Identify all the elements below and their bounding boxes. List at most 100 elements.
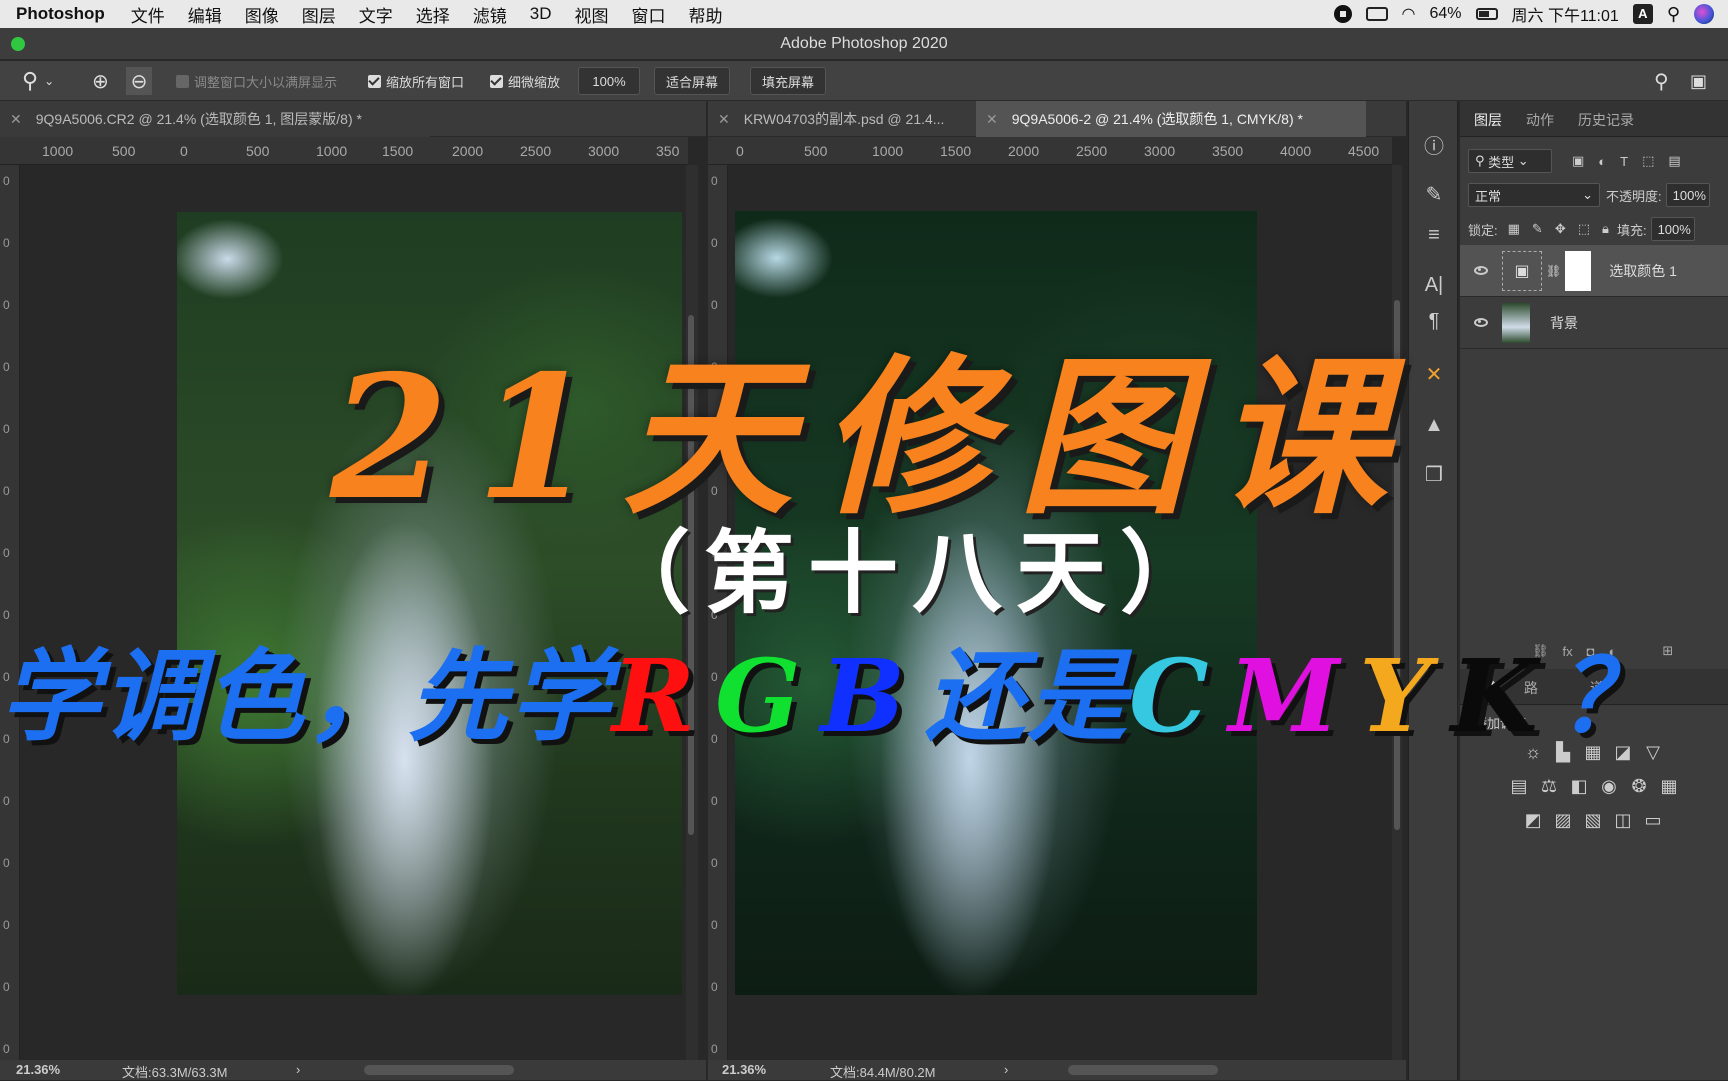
info-icon[interactable]: ⓘ <box>1420 133 1448 161</box>
siri-icon[interactable] <box>1694 4 1714 24</box>
layer-row-background[interactable]: 背景 <box>1460 297 1728 349</box>
left-horizontal-scrollbar[interactable] <box>364 1065 514 1075</box>
brush-settings-icon[interactable]: ✎ <box>1420 181 1448 209</box>
question-part: 学调色，先学 <box>0 637 612 755</box>
zoom-in-icon[interactable]: ⊕ <box>92 61 109 101</box>
chevron-right-icon[interactable]: › <box>1004 1062 1008 1077</box>
layer-name[interactable]: 选取颜色 1 <box>1609 261 1677 281</box>
ruler-tick: 0 <box>711 980 718 994</box>
ruler-label: 0 <box>736 143 744 159</box>
left-zoom-readout[interactable]: 21.36% <box>16 1062 60 1077</box>
right-doc-tab-1[interactable]: ✕ KRW04703的副本.psd @ 21.4... <box>708 101 976 137</box>
right-zoom-readout[interactable]: 21.36% <box>722 1062 766 1077</box>
zoom-out-icon[interactable]: ⊖ <box>126 67 152 95</box>
tools-icon[interactable]: ✕ <box>1420 361 1448 389</box>
menu-3d[interactable]: 3D <box>530 4 552 24</box>
filter-type-icon[interactable]: T <box>1620 154 1628 169</box>
wifi-icon[interactable]: ◠ <box>1402 4 1416 24</box>
filter-image-icon[interactable]: ▣ <box>1572 153 1584 169</box>
selective-color-icon[interactable]: ◫ <box>1612 809 1634 831</box>
menu-filter[interactable]: 滤镜 <box>473 2 507 27</box>
filter-smart-icon[interactable]: ▤ <box>1668 153 1680 169</box>
menu-view[interactable]: 视图 <box>575 2 609 27</box>
lock-transparent-icon[interactable]: ▦ <box>1508 221 1520 237</box>
window-control-icon[interactable] <box>11 37 25 51</box>
menu-file[interactable]: 文件 <box>131 2 165 27</box>
fill-screen-button[interactable]: 填充屏幕 <box>750 67 826 95</box>
menu-select[interactable]: 选择 <box>416 2 450 27</box>
color-lookup-icon[interactable]: ▦ <box>1658 775 1680 797</box>
posterize-icon[interactable]: ▨ <box>1552 809 1574 831</box>
ruler-tick: 0 <box>3 918 10 932</box>
menu-layer[interactable]: 图层 <box>302 2 336 27</box>
chevron-right-icon[interactable]: › <box>296 1062 300 1077</box>
menu-type[interactable]: 文字 <box>359 2 393 27</box>
tab-actions[interactable]: 动作 <box>1526 110 1554 130</box>
input-method-icon[interactable]: A <box>1632 4 1653 24</box>
fit-screen-button[interactable]: 适合屏幕 <box>654 67 730 95</box>
filter-shape-icon[interactable]: ⬚ <box>1642 153 1654 169</box>
menu-edit[interactable]: 编辑 <box>188 2 222 27</box>
close-icon[interactable]: ✕ <box>718 111 730 128</box>
blend-mode-select[interactable]: 正常 ⌄ <box>1468 183 1600 207</box>
zoom-value-button[interactable]: 100% <box>578 67 640 95</box>
gradient-map-icon[interactable]: ▭ <box>1642 809 1664 831</box>
zoom-all-checkbox[interactable]: 缩放所有窗口 <box>368 61 464 101</box>
question-part: M <box>1228 637 1342 755</box>
invert-icon[interactable]: ◩ <box>1522 809 1544 831</box>
paragraph-icon[interactable]: ¶ <box>1420 307 1448 335</box>
opacity-input[interactable]: 100% <box>1665 183 1710 207</box>
ruler-tick: 0 <box>3 236 10 250</box>
visibility-icon[interactable] <box>1474 318 1488 327</box>
app-menu[interactable]: Photoshop <box>16 4 105 24</box>
lock-all-icon[interactable]: 🔒︎ <box>1602 221 1609 237</box>
tab-layers[interactable]: 图层 <box>1474 110 1502 130</box>
lock-paint-icon[interactable]: ✎ <box>1532 221 1543 237</box>
channel-mixer-icon[interactable]: ❂ <box>1628 775 1650 797</box>
3d-icon[interactable]: ❒ <box>1420 461 1448 489</box>
clock[interactable]: 周六 下午11:01 <box>1512 2 1619 26</box>
close-icon[interactable]: ✕ <box>986 111 998 128</box>
right-doc-tab-2[interactable]: ✕ 9Q9A5006-2 @ 21.4% (选取颜色 1, CMYK/8) * <box>976 101 1366 137</box>
threshold-icon[interactable]: ▧ <box>1582 809 1604 831</box>
filter-adjust-icon[interactable]: ◐ <box>1598 154 1606 169</box>
keyboard-icon[interactable] <box>1365 7 1388 21</box>
left-statusbar: 21.36% 文档:63.3M/63.3M › <box>0 1060 706 1080</box>
histogram-icon[interactable]: ▲ <box>1420 411 1448 439</box>
menu-window[interactable]: 窗口 <box>632 2 666 27</box>
workspace-icon[interactable]: ▣ <box>1690 61 1707 101</box>
link-icon[interactable]: ⛓ <box>1546 264 1561 278</box>
layer-mask-thumbnail[interactable] <box>1565 250 1592 291</box>
photo-filter-icon[interactable]: ◉ <box>1598 775 1620 797</box>
ruler-label: 2500 <box>1076 143 1108 159</box>
spotlight-icon[interactable]: ⚲ <box>1667 4 1680 25</box>
resize-window-checkbox[interactable]: 调整窗口大小以满屏显示 <box>176 61 337 101</box>
filter-kind-select[interactable]: ⚲ 类型 ⌄ <box>1468 149 1552 173</box>
right-horizontal-scrollbar[interactable] <box>1068 1065 1218 1075</box>
visibility-icon[interactable] <box>1474 266 1488 275</box>
scrubby-zoom-checkbox[interactable]: 细微缩放 <box>490 61 560 101</box>
battery-percent[interactable]: 64% <box>1429 5 1461 23</box>
hue-saturation-icon[interactable]: ▤ <box>1508 775 1530 797</box>
layer-row-selective-color[interactable]: ▣ ⛓ 选取颜色 1 <box>1460 245 1728 297</box>
black-white-icon[interactable]: ◧ <box>1568 775 1590 797</box>
search-icon[interactable]: ⚲ <box>1654 61 1669 101</box>
opacity-label: 不透明度: <box>1606 188 1662 204</box>
fill-input[interactable]: 100% <box>1650 217 1695 241</box>
adjust-sliders-icon[interactable]: ≡ <box>1420 221 1448 249</box>
character-icon[interactable]: A| <box>1420 271 1448 299</box>
layer-name[interactable]: 背景 <box>1550 313 1578 333</box>
zoom-tool-icon[interactable]: ⚲ ⌄ <box>22 61 54 101</box>
menu-image[interactable]: 图像 <box>245 2 279 27</box>
ruler-tick: 0 <box>711 918 718 932</box>
battery-icon[interactable] <box>1475 8 1498 20</box>
lock-move-icon[interactable]: ✥ <box>1555 221 1566 237</box>
record-icon[interactable] <box>1333 5 1352 23</box>
lock-artboard-icon[interactable]: ⬚ <box>1578 221 1590 237</box>
menu-help[interactable]: 帮助 <box>689 2 723 27</box>
close-icon[interactable]: ✕ <box>10 111 22 128</box>
ruler-tick: 0 <box>711 174 718 188</box>
color-balance-icon[interactable]: ⚖ <box>1538 775 1560 797</box>
tab-history[interactable]: 历史记录 <box>1578 110 1634 130</box>
left-doc-tab[interactable]: ✕ 9Q9A5006.CR2 @ 21.4% (选取颜色 1, 图层蒙版/8) … <box>0 101 430 137</box>
